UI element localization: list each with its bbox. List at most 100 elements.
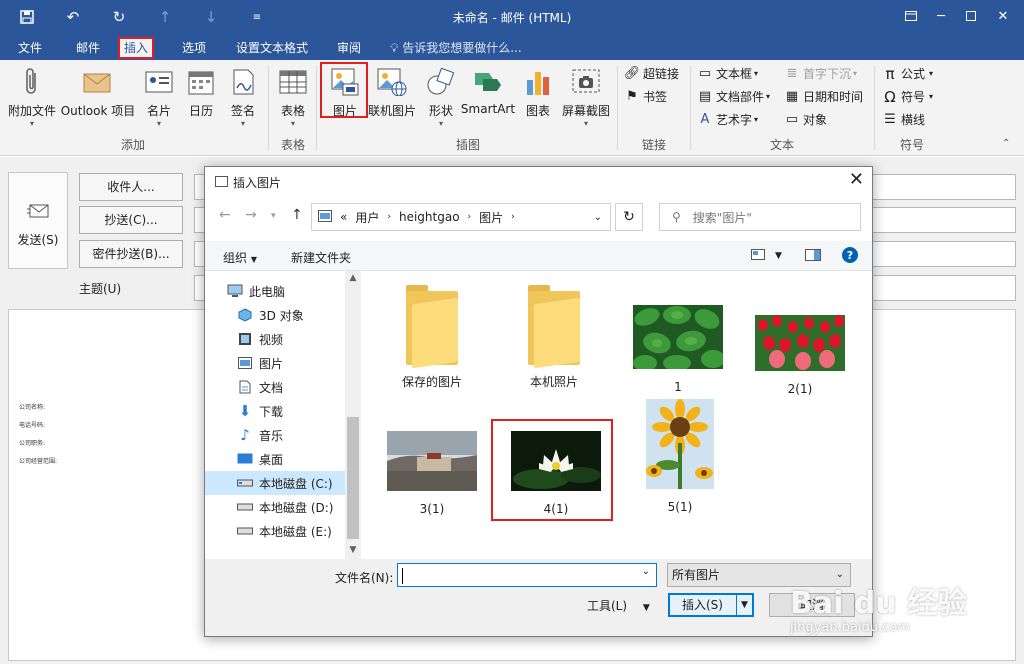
send-button[interactable]: 发送(S)	[8, 172, 68, 269]
path-crumb-users[interactable]: 用户	[355, 209, 379, 226]
file-item-saved-pictures[interactable]: 保存的图片	[377, 285, 487, 390]
file-item-image-3[interactable]: 3(1)	[377, 431, 487, 516]
online-picture-button[interactable]: 联机图片	[368, 64, 416, 119]
collapse-ribbon-icon[interactable]: ⌃	[1002, 138, 1010, 149]
body-line-position: 公司职务:	[19, 440, 46, 447]
dialog-window-icon	[215, 176, 228, 187]
scroll-up-icon[interactable]: ▲	[345, 273, 361, 283]
new-folder-button[interactable]: 新建文件夹	[291, 249, 351, 266]
ribbon-display-icon[interactable]	[896, 4, 926, 28]
smartart-button[interactable]: SmartArt	[460, 64, 516, 116]
attach-file-button[interactable]: 附加文件 ▾	[4, 64, 60, 128]
nav-item-desktop[interactable]: 桌面	[205, 447, 345, 471]
file-item-image-2[interactable]: 2(1)	[745, 315, 855, 396]
file-item-image-1[interactable]: 1	[623, 305, 733, 394]
object-button[interactable]: ▭ 对象	[784, 110, 827, 130]
horizontal-line-button[interactable]: ☰ 横线	[882, 110, 925, 130]
hyperlink-button[interactable]: 🔗︎ 超链接	[624, 64, 679, 84]
scroll-down-icon[interactable]: ▼	[345, 545, 361, 555]
maximize-button[interactable]	[956, 4, 986, 28]
cc-button[interactable]: 抄送(C)...	[79, 206, 183, 234]
file-item-camera-roll[interactable]: 本机照片	[499, 285, 609, 390]
shapes-button[interactable]: 形状 ▾	[424, 64, 458, 128]
help-icon[interactable]: ?	[841, 246, 859, 267]
outlook-item-button[interactable]: Outlook 项目	[60, 64, 136, 119]
bcc-button[interactable]: 密件抄送(B)...	[79, 240, 183, 268]
signature-button[interactable]: 签名 ▾	[226, 64, 260, 128]
nav-item-downloads[interactable]: ⬇ 下载	[205, 399, 345, 423]
table-button[interactable]: 表格 ▾	[276, 64, 310, 128]
dialog-close-button[interactable]: ✕	[849, 169, 864, 190]
file-item-image-5[interactable]: 5(1)	[625, 399, 735, 514]
forward-arrow-icon[interactable]: →	[245, 207, 257, 223]
insert-dropdown-icon[interactable]: ▼	[736, 595, 752, 615]
nav-item-videos[interactable]: 视频	[205, 327, 345, 351]
lotus-image-thumbnail	[501, 431, 611, 494]
tab-file[interactable]: 文件	[14, 37, 46, 59]
nav-item-drive-d[interactable]: 本地磁盘 (D:)	[205, 495, 345, 519]
drive-icon	[237, 523, 253, 539]
nav-item-pictures[interactable]: 图片	[205, 351, 345, 375]
nav-item-this-pc[interactable]: 此电脑	[205, 279, 345, 303]
insert-button[interactable]: 插入(S) ▼	[668, 593, 754, 617]
up-folder-icon[interactable]: ↑	[291, 207, 303, 223]
calendar-button[interactable]: 日历	[184, 64, 218, 119]
textbox-button[interactable]: ▭ 文本框 ▾	[697, 64, 758, 84]
nav-item-documents[interactable]: 文档	[205, 375, 345, 399]
refresh-icon[interactable]: ↻	[615, 203, 643, 231]
to-button[interactable]: 收件人...	[79, 173, 183, 201]
tab-options[interactable]: 选项	[178, 37, 210, 59]
paperclip-icon	[16, 66, 48, 98]
drop-cap-button[interactable]: ≣ 首字下沉 ▾	[784, 64, 857, 84]
pi-icon: π	[885, 65, 895, 83]
picture-button[interactable]: 图片	[326, 64, 364, 119]
filename-input[interactable]: ⌄	[397, 563, 657, 587]
preview-pane-icon[interactable]	[805, 249, 821, 264]
business-card-icon	[143, 66, 175, 98]
path-crumb-pictures[interactable]: 图片	[479, 209, 503, 226]
search-input[interactable]: ⚲ 搜索"图片"	[659, 203, 861, 231]
symbol-button[interactable]: Ω 符号 ▾	[882, 87, 933, 107]
path-crumb-user[interactable]: heightgao	[399, 210, 460, 224]
address-dropdown-icon[interactable]: ⌄	[594, 212, 602, 223]
address-bar[interactable]: « 用户 › heightgao › 图片 › ⌄	[311, 203, 611, 231]
tab-insert[interactable]: 插入	[118, 37, 155, 59]
minimize-button[interactable]: ─	[926, 4, 956, 28]
filename-dropdown-icon[interactable]: ⌄	[642, 566, 650, 577]
tools-button[interactable]: 工具(L) ▼	[587, 597, 650, 614]
tab-format-text[interactable]: 设置文本格式	[232, 37, 312, 59]
recent-locations-icon[interactable]: ▾	[271, 211, 276, 221]
date-time-button[interactable]: ▦ 日期和时间	[784, 87, 863, 107]
close-button[interactable]: ✕	[988, 4, 1018, 28]
file-item-image-4[interactable]: 4(1)	[501, 431, 611, 516]
textbox-icon: ▭	[698, 66, 712, 81]
tab-review[interactable]: 审阅	[333, 37, 365, 59]
organize-button[interactable]: 组织 ▼	[223, 249, 257, 266]
equation-button[interactable]: π 公式 ▾	[882, 64, 933, 84]
navigation-scrollbar[interactable]: ▲ ▼	[345, 271, 361, 559]
view-options-icon[interactable]	[751, 249, 765, 263]
screenshot-button[interactable]: 屏幕截图 ▾	[558, 64, 614, 128]
nav-item-drive-c[interactable]: 本地磁盘 (C:)	[205, 471, 345, 495]
object-icon: ▭	[785, 112, 799, 127]
view-dropdown-icon[interactable]: ▼	[775, 251, 782, 261]
tab-mail[interactable]: 邮件	[72, 37, 104, 59]
smartart-icon	[472, 66, 504, 98]
svg-text:?: ?	[847, 249, 853, 262]
nav-item-3d-objects[interactable]: 3D 对象	[205, 303, 345, 327]
scrollbar-thumb[interactable]	[347, 417, 359, 539]
window-title: 未命名 - 邮件 (HTML)	[452, 11, 572, 25]
folder-icon	[528, 285, 580, 369]
nav-item-music[interactable]: ♪ 音乐	[205, 423, 345, 447]
picture-icon	[329, 66, 361, 98]
chart-button[interactable]: 图表	[522, 64, 554, 119]
nav-item-drive-e[interactable]: 本地磁盘 (E:)	[205, 519, 345, 543]
back-arrow-icon[interactable]: ←	[219, 207, 231, 223]
wordart-button[interactable]: A 艺术字 ▾	[697, 110, 758, 130]
group-illustrations-label: 插图	[455, 138, 480, 152]
bookmark-button[interactable]: ⚑ 书签	[624, 87, 667, 107]
business-card-button[interactable]: 名片 ▾	[140, 64, 178, 128]
file-list: 保存的图片 本机照片 1 2(1) 3(1) 4(1) 5(1)	[363, 271, 871, 559]
quick-parts-button[interactable]: ▤ 文档部件 ▾	[697, 87, 770, 107]
tell-me-box[interactable]: 💡︎ 告诉我您想要做什么...	[390, 37, 522, 59]
